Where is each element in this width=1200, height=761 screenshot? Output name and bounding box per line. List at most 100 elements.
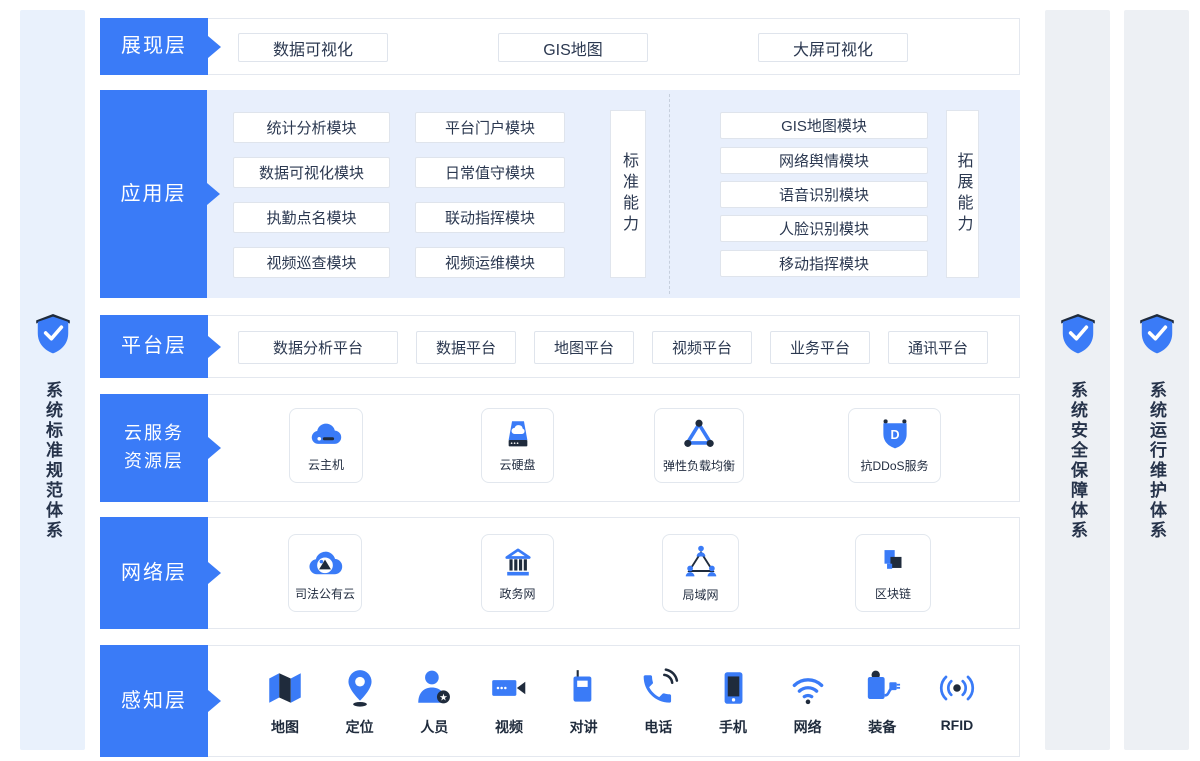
personnel-icon: ★ — [413, 667, 455, 709]
svg-text:★: ★ — [440, 692, 448, 703]
application-module: 日常值守模块 — [415, 157, 565, 188]
layer-label-perception: 感知层 — [100, 645, 208, 757]
application-module: 视频运维模块 — [415, 247, 565, 278]
application-module: 统计分析模块 — [233, 112, 390, 143]
application-module: 平台门户模块 — [415, 112, 565, 143]
network-card-label: 司法公有云 — [295, 585, 355, 602]
layer-label-text: 云服务 资源层 — [124, 420, 184, 476]
cloud-resource-label: 抗DDoS服务 — [860, 457, 928, 474]
shield-check-icon — [1137, 313, 1177, 355]
application-module: 数据可视化模块 — [233, 157, 390, 188]
cloud-resource-card: 弹性负载均衡 — [654, 408, 744, 483]
presentation-item: 数据可视化 — [238, 33, 388, 62]
layer-label-text: 展现层 — [121, 31, 187, 62]
perception-item-label: RFID — [941, 717, 974, 733]
rfid-icon — [936, 667, 978, 709]
application-module: 语音识别模块 — [720, 181, 928, 208]
layer-label-text: 平台层 — [121, 331, 187, 362]
perception-item-label: 手机 — [719, 717, 747, 737]
cloud-resource-label: 云主机 — [308, 456, 344, 473]
layer-label-platform: 平台层 — [100, 315, 208, 378]
perception-item: 定位 — [323, 667, 397, 737]
network-card: 区块链 — [855, 534, 931, 612]
layer-label-cloud-resources: 云服务 资源层 — [100, 394, 208, 502]
telephone-icon — [637, 667, 679, 709]
video-camera-icon — [488, 667, 530, 709]
justice-public-cloud-icon — [306, 545, 344, 579]
cloud-host-icon — [308, 418, 344, 450]
anti-ddos-shield-icon: D — [877, 417, 913, 451]
equipment-icon — [861, 667, 903, 709]
perception-item-label: 人员 — [420, 717, 448, 737]
map-icon — [264, 667, 306, 709]
presentation-item: GIS地图 — [498, 33, 648, 62]
pillar-security-label: 系统安全保障体系 — [1065, 381, 1090, 541]
location-pin-icon — [339, 667, 381, 709]
network-card: 司法公有云 — [288, 534, 362, 612]
perception-item-label: 装备 — [868, 717, 896, 737]
application-module: GIS地图模块 — [720, 112, 928, 139]
perception-item: 视频 — [472, 667, 546, 737]
layer-label-presentation: 展现层 — [100, 18, 208, 75]
extension-ability-tag: 拓展能力 — [946, 110, 979, 278]
application-module: 移动指挥模块 — [720, 250, 928, 277]
layer-row-cloud-resources: 云服务 资源层 云主机 云硬盘 — [100, 394, 1020, 502]
svg-text:D: D — [890, 428, 899, 442]
layer-label-network: 网络层 — [100, 517, 208, 629]
application-module: 执勤点名模块 — [233, 202, 390, 233]
shield-check-icon — [33, 313, 73, 355]
platform-item: 业务平台 — [770, 331, 870, 364]
walkie-talkie-icon — [563, 667, 605, 709]
layer-row-platform: 平台层 数据分析平台 数据平台 地图平台 视频平台 业务平台 通讯平台 — [100, 315, 1020, 378]
lan-icon — [682, 544, 720, 580]
perception-item: 手机 — [696, 667, 770, 737]
layer-label-application: 应用层 — [100, 90, 207, 298]
perception-item-label: 电话 — [644, 717, 672, 737]
perception-item: ★ 人员 — [397, 667, 471, 737]
network-card-label: 区块链 — [875, 585, 911, 602]
government-network-icon — [500, 545, 536, 579]
perception-item: 网络 — [771, 667, 845, 737]
perception-item-label: 定位 — [346, 717, 374, 737]
perception-items: 地图 定位 ★ 人员 — [248, 667, 994, 737]
platform-item: 地图平台 — [534, 331, 634, 364]
cloud-resource-card: 云主机 — [289, 408, 363, 483]
layer-row-application: 应用层 统计分析模块 数据可视化模块 执勤点名模块 视频巡查模块 平台门户模块 … — [100, 90, 1020, 298]
perception-item: 电话 — [621, 667, 695, 737]
layer-label-text: 感知层 — [121, 686, 187, 717]
perception-item: 对讲 — [547, 667, 621, 737]
perception-item-label: 视频 — [495, 717, 523, 737]
dashed-divider — [669, 94, 670, 294]
network-card-label: 局域网 — [682, 586, 718, 603]
layer-row-network: 网络层 司法公有云 政务网 — [100, 517, 1020, 629]
platform-item: 通讯平台 — [888, 331, 988, 364]
network-card-label: 政务网 — [499, 585, 535, 602]
layer-label-text: 网络层 — [121, 558, 187, 589]
wifi-network-icon — [787, 667, 829, 709]
platform-item: 数据分析平台 — [238, 331, 398, 364]
perception-item: RFID — [920, 667, 994, 737]
shield-check-icon — [1058, 313, 1098, 355]
network-card: 局域网 — [662, 534, 739, 612]
layer-row-perception: 感知层 地图 定位 — [100, 645, 1020, 757]
perception-item-label: 地图 — [271, 717, 299, 737]
platform-item: 视频平台 — [652, 331, 752, 364]
presentation-item: 大屏可视化 — [758, 33, 908, 62]
application-module: 视频巡查模块 — [233, 247, 390, 278]
pillar-standards: 系统标准规范体系 — [20, 10, 85, 750]
layer-label-text: 应用层 — [121, 179, 187, 210]
application-module: 人脸识别模块 — [720, 215, 928, 242]
pillar-standards-label: 系统标准规范体系 — [40, 381, 65, 541]
cloud-disk-icon — [501, 418, 535, 450]
cloud-resource-card: 云硬盘 — [481, 408, 554, 483]
cloud-resource-label: 弹性负载均衡 — [663, 457, 735, 474]
perception-item-label: 网络 — [794, 717, 822, 737]
cloud-resource-label: 云硬盘 — [499, 456, 535, 473]
application-module: 网络舆情模块 — [720, 147, 928, 174]
cloud-resource-card: D 抗DDoS服务 — [848, 408, 941, 483]
pillar-maintenance: 系统运行维护体系 — [1124, 10, 1189, 750]
perception-item: 地图 — [248, 667, 322, 737]
standard-ability-tag: 标准能力 — [610, 110, 646, 278]
system-architecture-diagram: 系统标准规范体系 展现层 数据可视化 GIS地图 大屏可视化 应用层 统计分析模… — [0, 0, 1200, 761]
platform-item: 数据平台 — [416, 331, 516, 364]
